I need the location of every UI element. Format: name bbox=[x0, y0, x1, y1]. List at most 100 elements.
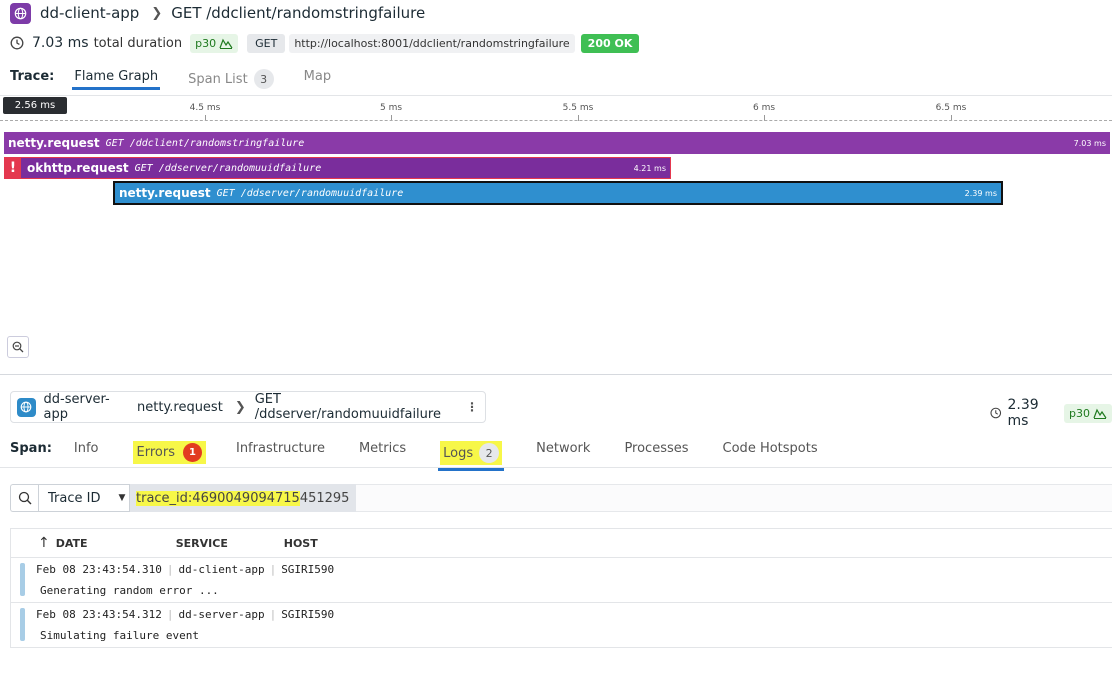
clock-icon bbox=[10, 36, 24, 50]
trace-header: dd-client-app ❯ GET /ddclient/randomstri… bbox=[10, 2, 425, 24]
tab-infrastructure[interactable]: Infrastructure bbox=[234, 438, 327, 462]
tab-metrics[interactable]: Metrics bbox=[357, 438, 408, 462]
span-bar-netty-request-client[interactable]: netty.request GET /ddclient/randomstring… bbox=[4, 132, 1110, 154]
tab-network[interactable]: Network bbox=[534, 438, 592, 462]
log-message: Generating random error ... bbox=[40, 584, 219, 597]
clock-icon bbox=[990, 407, 1002, 419]
table-row[interactable]: Feb 08 23:43:54.310 | dd-client-app | SG… bbox=[11, 558, 1112, 603]
column-host[interactable]: HOST bbox=[284, 537, 318, 550]
zoom-out-button[interactable] bbox=[7, 336, 29, 358]
span-resource: GET /ddclient/randomstringfailure bbox=[105, 137, 305, 149]
span-header: dd-server-app netty.request ❯ GET /ddser… bbox=[10, 391, 486, 423]
query-highlighted-text: trace_id:4690049094715 bbox=[136, 490, 300, 506]
percentile-badge[interactable]: p30 bbox=[190, 33, 239, 53]
panel-divider bbox=[0, 374, 1112, 375]
span-resource: GET /ddserver/randomuuidfailure bbox=[134, 162, 322, 174]
chevron-right-icon: ❯ bbox=[151, 5, 163, 21]
tab-label: Info bbox=[73, 441, 99, 456]
span-service[interactable]: dd-server-app bbox=[44, 392, 132, 422]
search-input-remainder[interactable] bbox=[356, 484, 1112, 512]
divider bbox=[0, 467, 1112, 468]
query-text: 451295 bbox=[299, 490, 350, 506]
logs-table: ↑ DATE SERVICE HOST Feb 08 23:43:54.310 … bbox=[10, 528, 1112, 648]
span-resource: GET /ddserver/randomuuidfailure bbox=[216, 187, 404, 199]
span-operation: netty.request bbox=[136, 399, 223, 415]
log-date: Feb 08 23:43:54.312 bbox=[36, 608, 162, 621]
trace-route: GET /ddclient/randomstringfailure bbox=[171, 4, 426, 22]
tick-label: 5 ms bbox=[379, 103, 403, 113]
column-separator: | bbox=[166, 563, 174, 576]
log-host: SGIRI590 bbox=[281, 563, 335, 576]
tab-map[interactable]: Map bbox=[302, 66, 333, 90]
tab-label: Code Hotspots bbox=[722, 441, 818, 456]
facet-select-value: Trace ID bbox=[48, 490, 101, 506]
trace-tabs-label: Trace: bbox=[10, 69, 55, 84]
tab-code-hotspots[interactable]: Code Hotspots bbox=[721, 438, 820, 462]
tick-label: 5.5 ms bbox=[562, 103, 594, 113]
tab-processes[interactable]: Processes bbox=[622, 438, 690, 462]
distribution-icon bbox=[1093, 408, 1107, 419]
log-status-bar bbox=[20, 563, 25, 596]
cursor-time-label: 2.56 ms bbox=[3, 97, 67, 114]
column-separator: | bbox=[269, 608, 277, 621]
total-duration: 7.03 ms bbox=[32, 35, 89, 51]
tab-label: Processes bbox=[624, 441, 689, 456]
search-icon bbox=[10, 484, 38, 512]
tab-label: Network bbox=[536, 441, 591, 456]
tab-errors[interactable]: Errors 1 bbox=[131, 438, 208, 470]
tab-info[interactable]: Info bbox=[72, 438, 101, 462]
tick-label: 6.5 ms bbox=[935, 103, 967, 113]
column-date[interactable]: DATE bbox=[56, 537, 176, 550]
span-duration: 7.03 ms bbox=[1073, 138, 1106, 148]
span-name: netty.request bbox=[8, 136, 100, 150]
total-duration-label: total duration bbox=[93, 35, 183, 51]
search-query-input[interactable]: trace_id:4690049094715 451295 bbox=[130, 484, 357, 512]
log-service: dd-server-app bbox=[178, 608, 265, 621]
span-bar-netty-request-server[interactable]: netty.request GET /ddserver/randomuuidfa… bbox=[113, 181, 1003, 205]
tab-label: Flame Graph bbox=[74, 69, 159, 84]
tick-label: 4.5 ms bbox=[189, 103, 221, 113]
log-search-bar: Trace ID ▼ trace_id:4690049094715 451295 bbox=[10, 484, 1112, 512]
span-duration: 2.39 ms bbox=[964, 188, 997, 198]
percentile-badge[interactable]: p30 bbox=[1064, 403, 1112, 423]
log-host: SGIRI590 bbox=[281, 608, 335, 621]
span-duration-box: 2.39 ms p30 bbox=[990, 397, 1112, 429]
log-message: Simulating failure event bbox=[40, 629, 199, 642]
tab-span-list[interactable]: Span List 3 bbox=[186, 66, 276, 95]
zoom-out-icon bbox=[12, 341, 24, 353]
column-separator: | bbox=[269, 563, 277, 576]
globe-icon bbox=[17, 397, 36, 417]
trace-meta: 7.03 ms total duration p30 GET http://lo… bbox=[10, 33, 640, 53]
span-bar-okhttp-request[interactable]: ! okhttp.request GET /ddserver/randomuui… bbox=[4, 157, 671, 179]
app-name[interactable]: dd-client-app bbox=[40, 4, 139, 22]
tab-label: Infrastructure bbox=[235, 441, 325, 456]
table-header: ↑ DATE SERVICE HOST bbox=[11, 529, 1112, 558]
tab-label: Metrics bbox=[358, 441, 407, 456]
facet-select[interactable]: Trace ID ▼ bbox=[38, 484, 130, 512]
table-row[interactable]: Feb 08 23:43:54.312 | dd-server-app | SG… bbox=[11, 603, 1112, 648]
time-ruler[interactable]: 2.56 ms 4.5 ms 5 ms 5.5 ms 6 ms 6.5 ms bbox=[0, 97, 1112, 123]
span-name: netty.request bbox=[119, 186, 211, 200]
span-tabs: Span: Info Errors 1 Infrastructure Metric… bbox=[10, 438, 850, 471]
status-badge: 200 OK bbox=[580, 33, 640, 53]
sort-ascending-icon[interactable]: ↑ bbox=[38, 535, 50, 551]
http-url[interactable]: http://localhost:8001/ddclient/randomstr… bbox=[289, 33, 575, 53]
error-count-badge: 1 bbox=[182, 443, 202, 462]
ruler-baseline bbox=[0, 120, 1112, 121]
error-icon: ! bbox=[5, 158, 21, 178]
log-count-badge: 2 bbox=[479, 443, 500, 463]
tab-label: Errors bbox=[136, 445, 175, 460]
tick-label: 6 ms bbox=[752, 103, 776, 113]
column-service[interactable]: SERVICE bbox=[176, 537, 284, 550]
span-tabs-label: Span: bbox=[10, 441, 52, 456]
distribution-icon bbox=[219, 38, 233, 49]
log-date: Feb 08 23:43:54.310 bbox=[36, 563, 162, 576]
http-method-badge: GET bbox=[247, 33, 286, 53]
divider bbox=[0, 95, 1112, 96]
tab-flame-graph[interactable]: Flame Graph bbox=[72, 66, 161, 90]
span-name: okhttp.request bbox=[27, 161, 129, 175]
trace-tabs: Trace: Flame Graph Span List 3 Map bbox=[10, 66, 359, 94]
tab-label: Logs bbox=[443, 445, 474, 461]
more-options-icon[interactable]: ⋮ bbox=[466, 401, 478, 413]
percentile-text: p30 bbox=[195, 36, 217, 50]
